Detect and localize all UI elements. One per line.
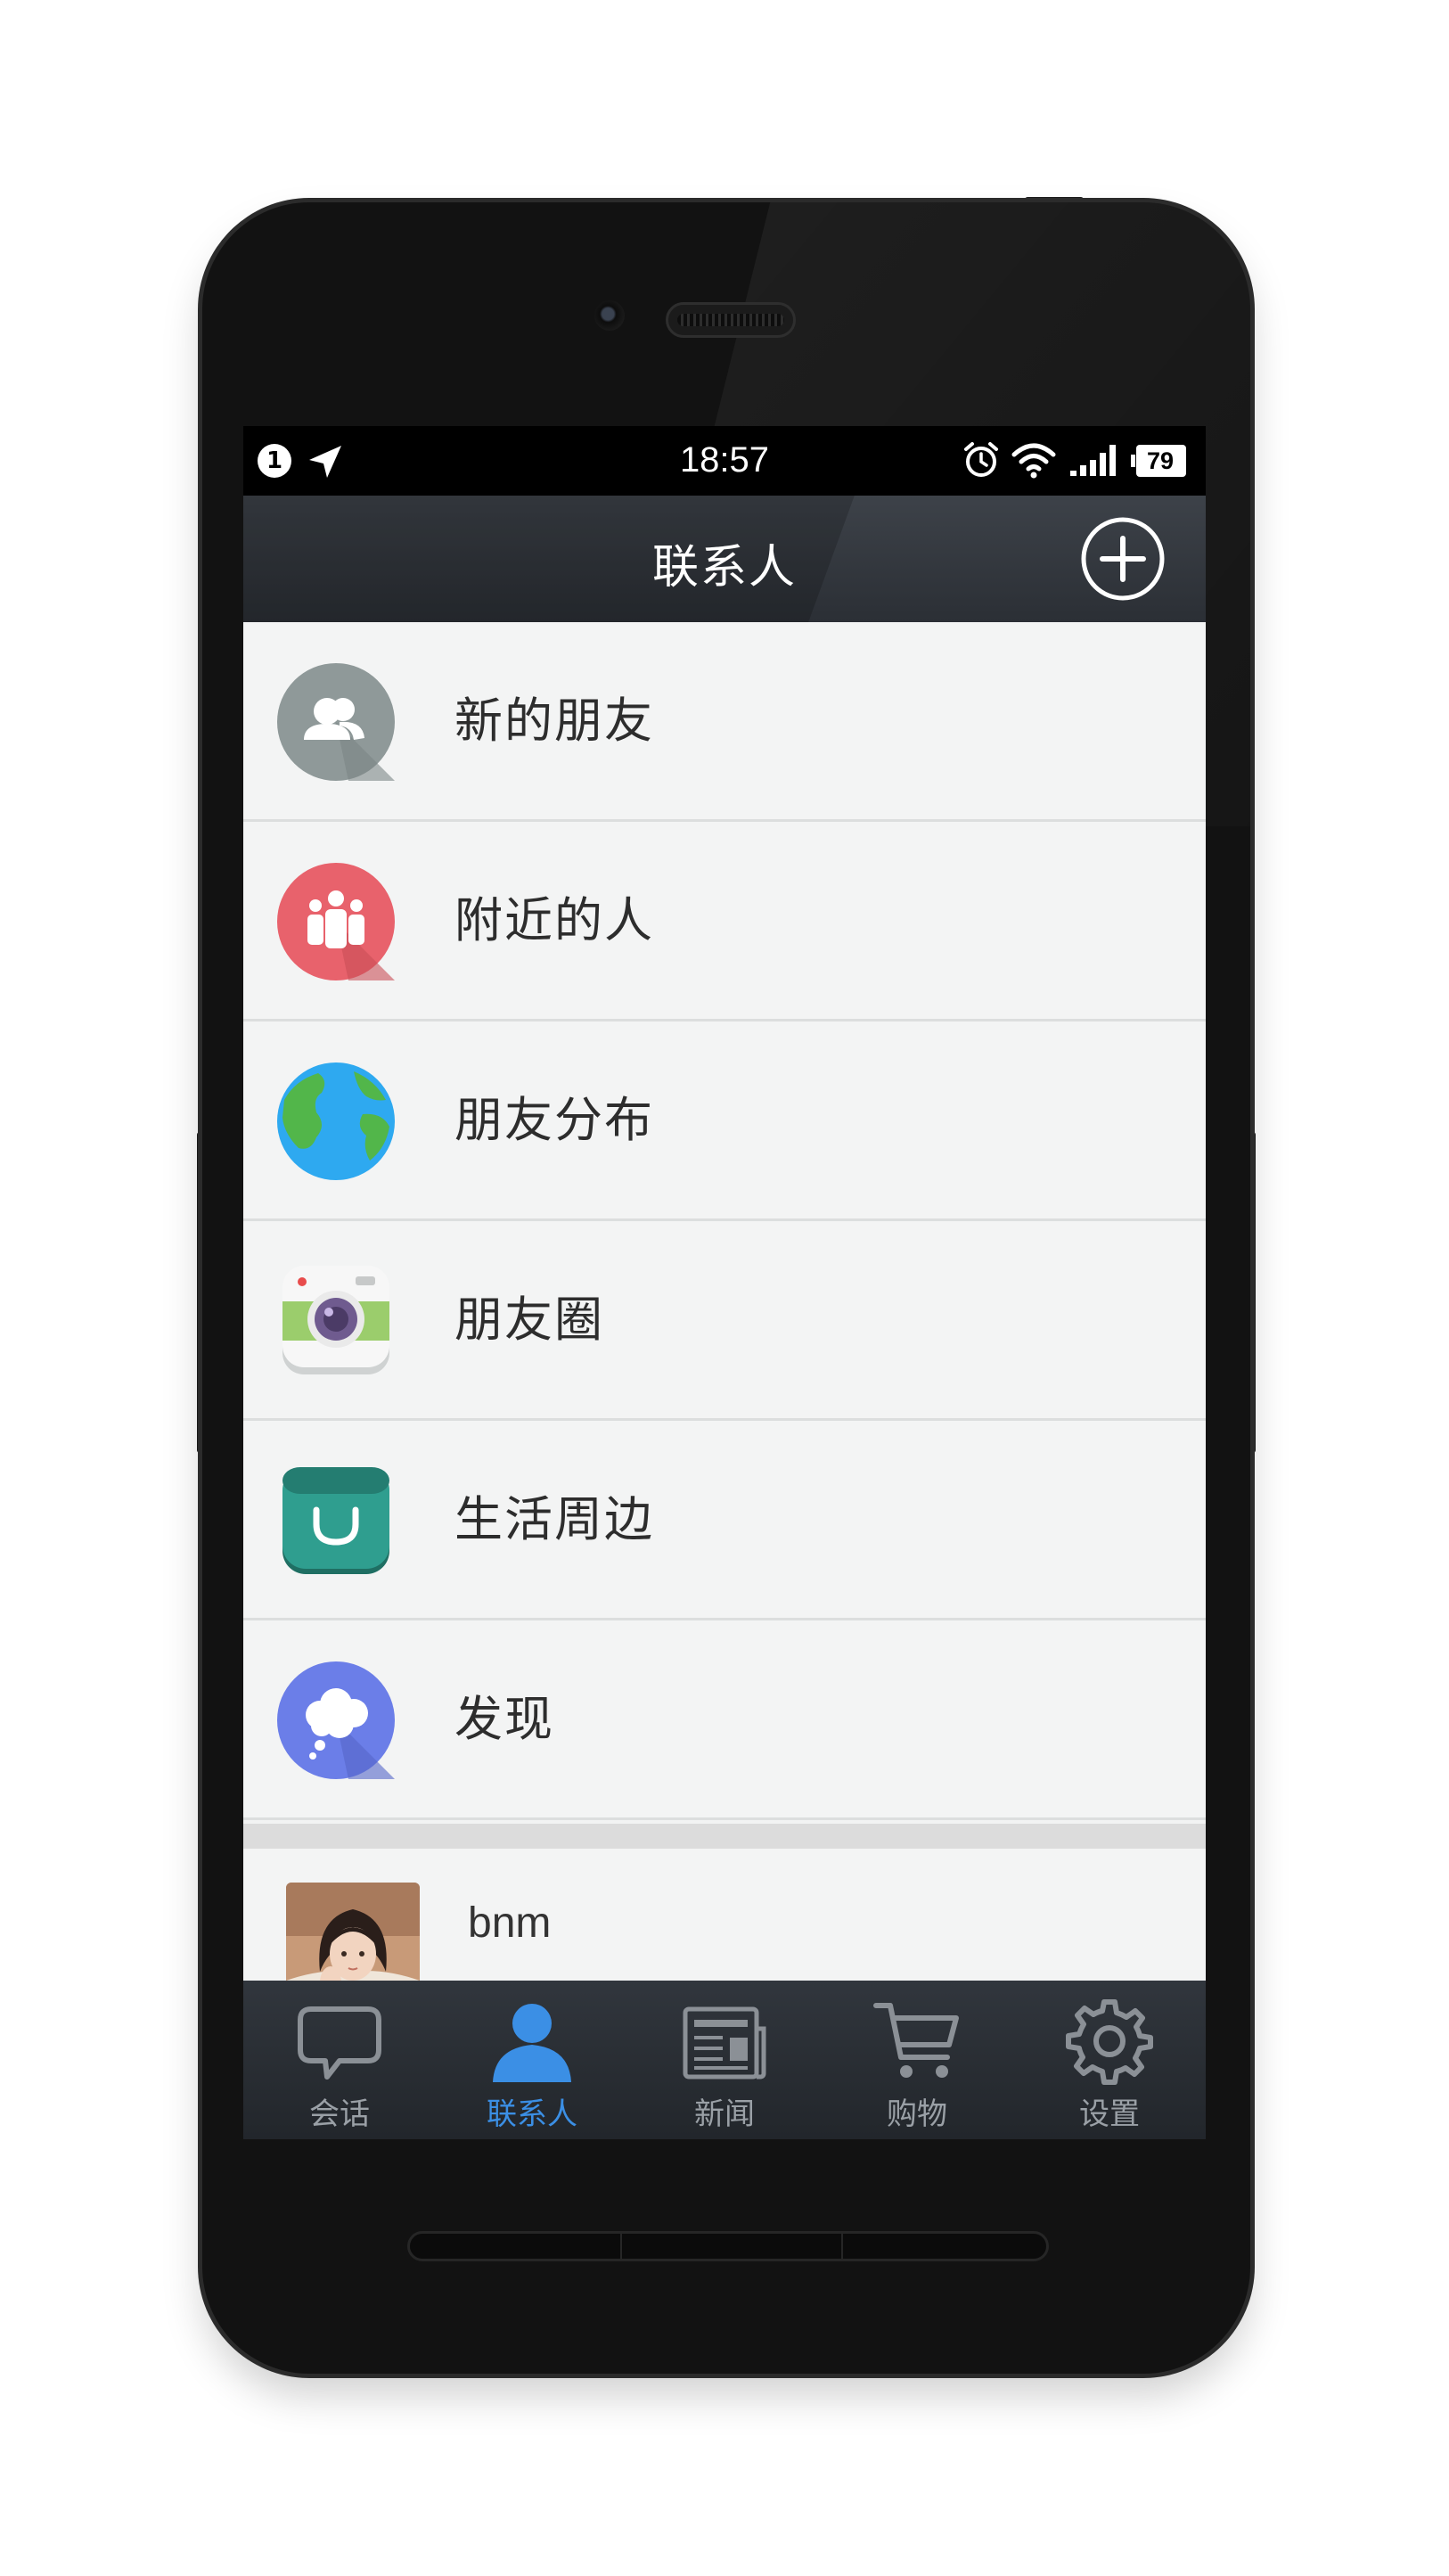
tab-contacts[interactable]: 联系人 (436, 1981, 628, 2139)
menu-item-label: 朋友圈 (454, 1292, 604, 1348)
section-divider (243, 1824, 1206, 1849)
menu-item-label: 附近的人 (454, 892, 654, 948)
tab-label: 购物 (887, 2096, 947, 2132)
status-time: 18:57 (679, 440, 770, 480)
speaker-grill (407, 2231, 1049, 2261)
tab-label: 联系人 (487, 2096, 577, 2132)
menu-item-friend-distribution[interactable]: 朋友分布 (243, 1021, 1206, 1221)
menu-item-nearby-people[interactable]: 附近的人 (243, 822, 1206, 1021)
new-friends-icon (277, 663, 395, 781)
cellular-signal-icon (1070, 445, 1116, 476)
shopping-bag-icon (282, 1467, 389, 1574)
menu-item-label: 新的朋友 (454, 693, 654, 749)
front-camera (594, 300, 625, 331)
newspaper-icon (683, 2006, 766, 2080)
cloud-bubble-icon (277, 1661, 395, 1779)
globe-icon (277, 1062, 395, 1180)
menu-item-discover[interactable]: 发现 (243, 1620, 1206, 1820)
tab-label: 会话 (309, 2096, 370, 2132)
tab-conversations[interactable]: 会话 (243, 1981, 436, 2139)
battery-level: 79 (1146, 447, 1175, 474)
tab-settings[interactable]: 设置 (1013, 1981, 1206, 2139)
gear-icon (1066, 1999, 1153, 2085)
header-bar: 联系人 (243, 496, 1206, 622)
add-circle-icon[interactable] (1079, 515, 1167, 603)
contact-name: bnm (468, 1899, 552, 1947)
alarm-clock-icon (964, 442, 998, 477)
page-title: 联系人 (651, 541, 797, 595)
tab-news[interactable]: 新闻 (628, 1981, 821, 2139)
tab-label: 设置 (1079, 2096, 1140, 2132)
phone-screen: 1 18:57 79 联系人 新的朋友 附近的人 朋友分布 朋友圈 生活周边 发… (243, 426, 1206, 2139)
menu-item-label: 朋友分布 (454, 1092, 654, 1148)
contact-list-item[interactable]: bnm (243, 1849, 1206, 2016)
menu-item-label: 发现 (454, 1691, 554, 1747)
camera-icon (282, 1266, 389, 1374)
chat-bubble-icon (298, 2006, 381, 2080)
earpiece-speaker (666, 302, 796, 338)
status-bar: 1 18:57 79 (243, 426, 1206, 496)
menu-item-new-friends[interactable]: 新的朋友 (243, 622, 1206, 822)
menu-list: 新的朋友 附近的人 朋友分布 朋友圈 生活周边 发现 (243, 622, 1206, 1820)
wifi-icon (1011, 443, 1056, 479)
shopping-cart-icon (873, 2003, 959, 2078)
nearby-people-icon (277, 863, 395, 980)
menu-item-label: 生活周边 (454, 1491, 654, 1547)
person-icon (493, 2004, 571, 2082)
bottom-tab-bar: 会话 联系人 新闻 购物 设置 (243, 1981, 1206, 2139)
menu-item-moments[interactable]: 朋友圈 (243, 1221, 1206, 1421)
menu-item-life-nearby[interactable]: 生活周边 (243, 1421, 1206, 1620)
tab-shopping[interactable]: 购物 (821, 1981, 1013, 2139)
tab-label: 新闻 (694, 2096, 755, 2132)
